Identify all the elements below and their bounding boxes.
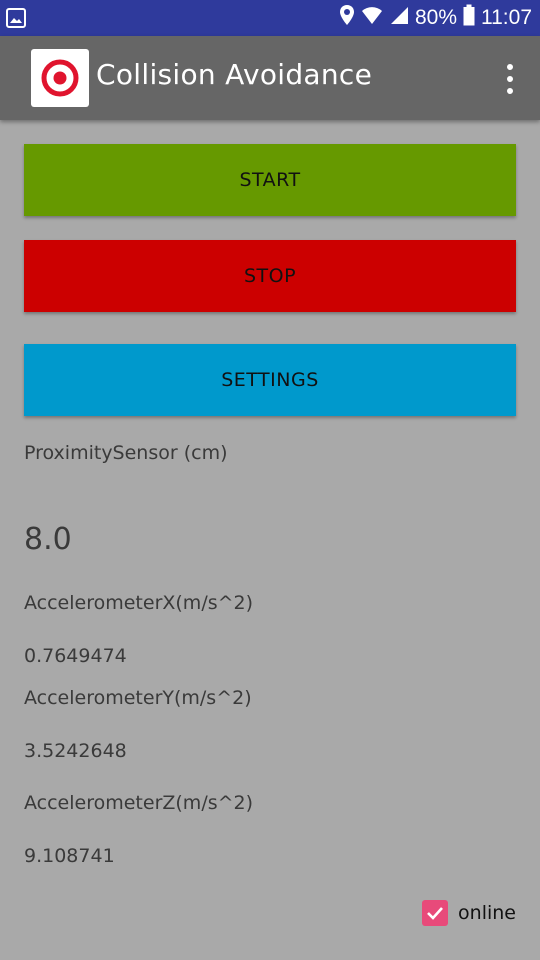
accelerometer-z-value: 9.108741: [24, 845, 115, 867]
signal-icon: [389, 5, 409, 31]
stop-button[interactable]: STOP: [24, 240, 516, 312]
checkbox-checked-icon[interactable]: [422, 900, 449, 926]
settings-button[interactable]: SETTINGS: [24, 344, 516, 416]
proximity-label: ProximitySensor (cm): [24, 442, 228, 464]
accelerometer-y-label: AccelerometerY(m/s^2): [24, 687, 252, 709]
image-notification-icon: [6, 8, 26, 28]
online-toggle[interactable]: online: [422, 898, 516, 928]
overflow-menu-icon[interactable]: [504, 64, 516, 94]
accelerometer-y-value: 3.5242648: [24, 740, 127, 762]
clock: 11:07: [481, 6, 532, 29]
battery-icon: [463, 4, 475, 32]
wifi-icon: [361, 5, 383, 31]
accelerometer-z-label: AccelerometerZ(m/s^2): [24, 792, 254, 814]
battery-percent: 80%: [414, 6, 457, 29]
proximity-value: 8.0: [24, 522, 72, 557]
accelerometer-x-label: AccelerometerX(m/s^2): [24, 592, 254, 614]
location-icon: [339, 4, 355, 32]
app-bar: Collision Avoidance: [0, 36, 540, 120]
accelerometer-x-value: 0.7649474: [24, 645, 127, 667]
online-label: online: [458, 902, 516, 924]
app-logo-icon: [31, 49, 89, 107]
app-title: Collision Avoidance: [96, 58, 373, 91]
start-button[interactable]: START: [24, 144, 516, 216]
status-bar: 80% 11:07: [0, 0, 540, 36]
